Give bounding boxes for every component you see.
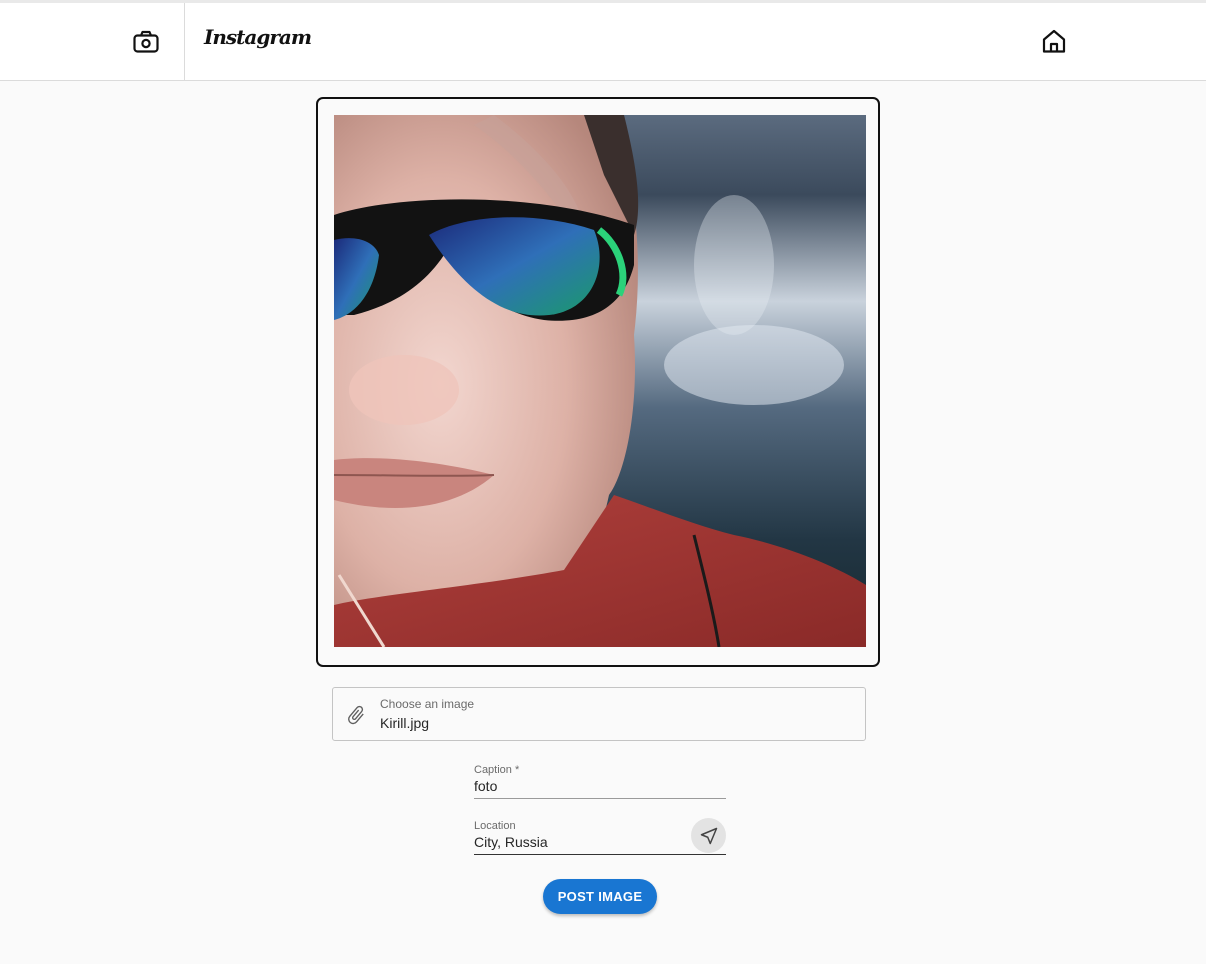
get-location-button[interactable] (691, 818, 726, 853)
caption-field: Caption * (474, 764, 726, 799)
caption-label: Caption * (474, 764, 520, 776)
location-input[interactable] (474, 833, 684, 851)
top-navbar: Instagram (0, 3, 1206, 81)
caption-input[interactable] (474, 777, 726, 795)
home-button[interactable] (1038, 25, 1070, 57)
image-preview (334, 115, 866, 647)
caption-underline (474, 798, 726, 799)
location-field: Location (474, 818, 726, 855)
location-underline (474, 853, 726, 855)
camera-icon (133, 30, 159, 53)
header-divider (184, 3, 185, 80)
post-image-button[interactable]: POST IMAGE (543, 879, 657, 914)
instagram-logo[interactable]: Instagram (204, 25, 312, 49)
image-file-input[interactable]: Choose an image Kirill.jpg (332, 687, 866, 741)
camera-button[interactable] (130, 26, 162, 58)
preview-photo (334, 115, 866, 647)
image-preview-frame (316, 97, 880, 667)
navigation-arrow-icon (700, 827, 717, 844)
home-icon (1042, 29, 1066, 53)
file-input-value: Kirill.jpg (380, 715, 430, 731)
location-label: Location (474, 820, 516, 832)
paperclip-icon (348, 705, 364, 725)
file-input-label: Choose an image (380, 697, 475, 711)
